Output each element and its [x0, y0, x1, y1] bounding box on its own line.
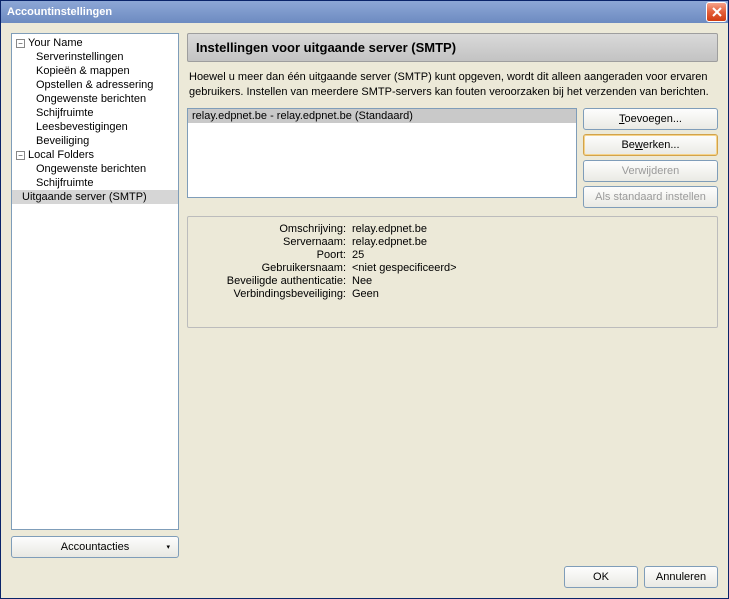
right-column: Instellingen voor uitgaande server (SMTP…	[187, 33, 718, 558]
value-description: relay.edpnet.be	[352, 223, 709, 235]
window-title: Accountinstellingen	[7, 6, 112, 18]
close-button[interactable]	[706, 2, 727, 22]
cancel-button[interactable]: Annuleren	[644, 566, 718, 588]
tree-item[interactable]: Ongewenste berichten	[12, 162, 178, 176]
value-port: 25	[352, 249, 709, 261]
value-secureauth: Nee	[352, 275, 709, 287]
label-port: Poort:	[196, 249, 346, 261]
titlebar: Accountinstellingen	[1, 1, 728, 23]
tree-item[interactable]: Beveiliging	[12, 134, 178, 148]
ok-button[interactable]: OK	[564, 566, 638, 588]
panel-description: Hoewel u meer dan één uitgaande server (…	[187, 70, 718, 100]
add-button[interactable]: Toevoegen...	[583, 108, 718, 130]
set-default-button: Als standaard instellen	[583, 186, 718, 208]
dialog-buttons: OK Annuleren	[11, 558, 718, 588]
value-servername: relay.edpnet.be	[352, 236, 709, 248]
tree-group-label: Local Folders	[28, 149, 94, 161]
add-label-rest: oevoegen...	[625, 113, 683, 125]
dialog-body: − Your Name Serverinstellingen Kopieën &…	[1, 23, 728, 598]
left-column: − Your Name Serverinstellingen Kopieën &…	[11, 33, 179, 558]
account-actions-button[interactable]: Accountacties ▾	[11, 536, 179, 558]
smtp-server-list[interactable]: relay.edpnet.be - relay.edpnet.be (Stand…	[187, 108, 577, 198]
dropdown-icon: ▾	[166, 543, 170, 551]
account-tree[interactable]: − Your Name Serverinstellingen Kopieën &…	[11, 33, 179, 530]
server-list-row: relay.edpnet.be - relay.edpnet.be (Stand…	[187, 108, 718, 208]
tree-item[interactable]: Serverinstellingen	[12, 50, 178, 64]
tree-item[interactable]: Opstellen & adressering	[12, 78, 178, 92]
tree-group-label: Your Name	[28, 37, 83, 49]
label-secureauth: Beveiligde authenticatie:	[196, 275, 346, 287]
account-actions-label: Accountacties	[61, 541, 129, 553]
remove-button: Verwijderen	[583, 160, 718, 182]
tree-item[interactable]: Schijfruimte	[12, 106, 178, 120]
label-description: Omschrijving:	[196, 223, 346, 235]
tree-group-your-name[interactable]: − Your Name	[12, 36, 178, 50]
collapse-icon[interactable]: −	[16, 39, 25, 48]
collapse-icon[interactable]: −	[16, 151, 25, 160]
tree-item[interactable]: Schijfruimte	[12, 176, 178, 190]
server-buttons: Toevoegen... Bewerken... Verwijderen Als…	[583, 108, 718, 208]
dialog-window: Accountinstellingen − Your Name Serverin…	[0, 0, 729, 599]
close-icon	[712, 7, 722, 17]
list-item[interactable]: relay.edpnet.be - relay.edpnet.be (Stand…	[188, 109, 576, 123]
columns: − Your Name Serverinstellingen Kopieën &…	[11, 33, 718, 558]
panel-heading: Instellingen voor uitgaande server (SMTP…	[187, 33, 718, 62]
value-connsec: Geen	[352, 288, 709, 300]
tree-item[interactable]: Leesbevestigingen	[12, 120, 178, 134]
tree-item[interactable]: Kopieën & mappen	[12, 64, 178, 78]
label-servername: Servernaam:	[196, 236, 346, 248]
label-connsec: Verbindingsbeveiliging:	[196, 288, 346, 300]
tree-group-local-folders[interactable]: − Local Folders	[12, 148, 178, 162]
edit-button[interactable]: Bewerken...	[583, 134, 718, 156]
label-username: Gebruikersnaam:	[196, 262, 346, 274]
server-details: Omschrijving: relay.edpnet.be Servernaam…	[187, 216, 718, 328]
value-username: <niet gespecificeerd>	[352, 262, 709, 274]
tree-item[interactable]: Ongewenste berichten	[12, 92, 178, 106]
tree-item-smtp[interactable]: Uitgaande server (SMTP)	[12, 190, 178, 204]
spacer	[187, 336, 718, 558]
